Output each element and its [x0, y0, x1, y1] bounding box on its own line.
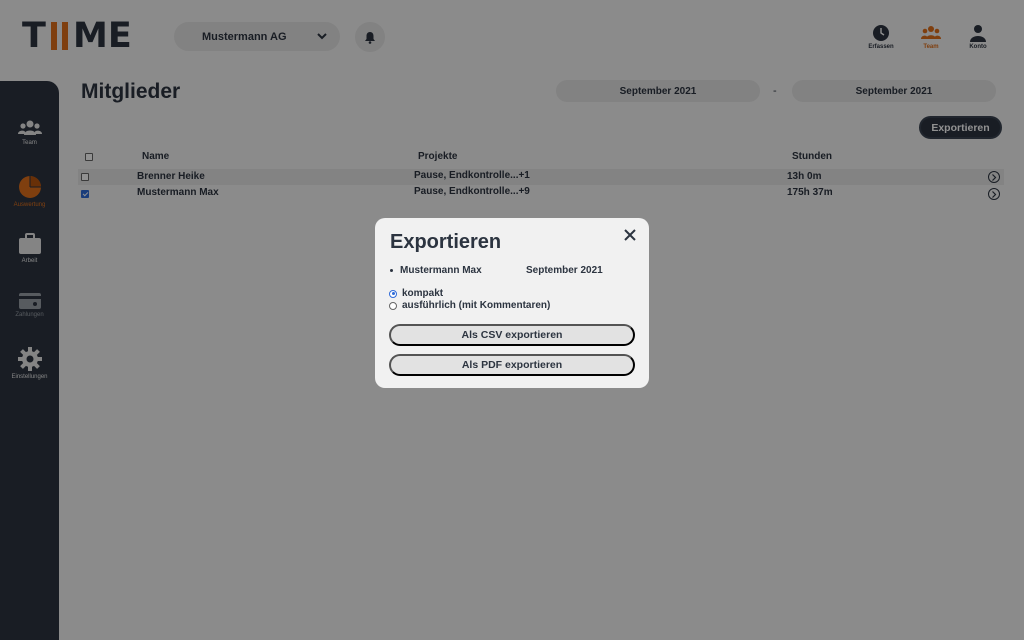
- radio-detailed[interactable]: [389, 301, 397, 310]
- export-pdf-button[interactable]: Als PDF exportieren: [389, 354, 635, 376]
- dialog-title: Exportieren: [390, 231, 502, 253]
- close-icon[interactable]: [623, 228, 637, 242]
- export-csv-button[interactable]: Als CSV exportieren: [389, 324, 635, 346]
- option-compact-label: kompakt: [402, 288, 444, 299]
- export-dialog: Exportieren Mustermann Max September 202…: [375, 218, 649, 388]
- bullet-dot: [390, 269, 393, 272]
- export-member-name: Mustermann Max: [400, 265, 482, 276]
- radio-compact[interactable]: [389, 289, 397, 298]
- export-member-period: September 2021: [526, 265, 603, 276]
- option-compact[interactable]: kompakt: [389, 288, 443, 299]
- option-detailed-label: ausführlich (mit Kommentaren): [402, 300, 551, 311]
- option-detailed[interactable]: ausführlich (mit Kommentaren): [389, 300, 550, 311]
